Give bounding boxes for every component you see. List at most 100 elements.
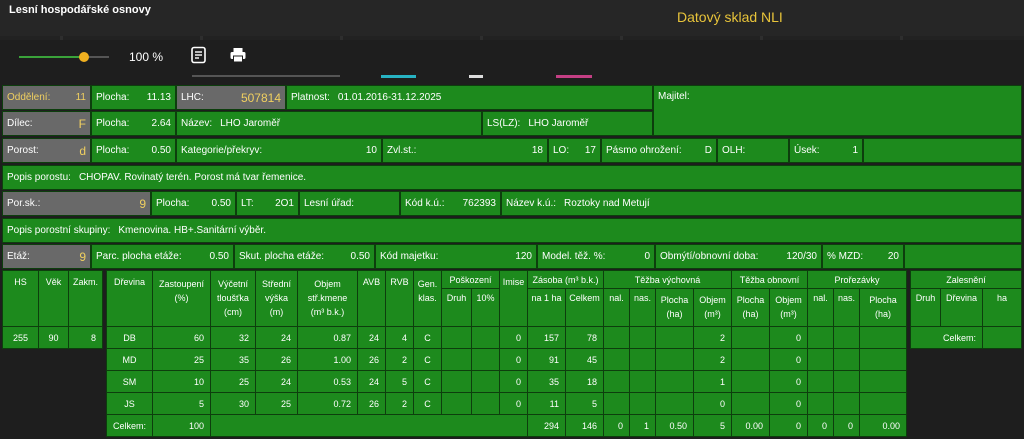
decor-strip <box>0 36 1024 40</box>
pr-plocha-cell <box>859 348 907 371</box>
tv-nal-cell <box>603 348 630 371</box>
drevina-cell: SM <box>106 370 153 393</box>
parc-label: Parc. plocha etáže: <box>96 251 182 262</box>
pasmo-cell: Pásmo ohrožení: D <box>601 138 717 163</box>
popis-skupiny-cell: Popis porostní skupiny: Kmenovina. HB+.S… <box>2 218 1022 243</box>
skut-value: 0.50 <box>350 251 370 262</box>
pasmo-value: D <box>704 145 712 156</box>
avb-cell: 24 <box>357 326 386 349</box>
platnost-value: 01.01.2016-31.12.2025 <box>337 92 442 103</box>
ten-percent-cell <box>471 370 500 393</box>
kategorie-label: Kategorie/překryv: <box>181 145 263 156</box>
plocha-value: 0.50 <box>151 145 171 156</box>
stredni-header: Střední výška (m) <box>255 270 298 327</box>
hs-value: 255 <box>2 326 39 349</box>
lo-value: 17 <box>584 145 596 156</box>
notes-icon[interactable] <box>190 46 208 64</box>
nazevku-value: Roztoky nad Metují <box>564 198 650 209</box>
druh-header: Druh <box>441 288 472 327</box>
kod-majetku-label: Kód majetku: <box>380 251 439 262</box>
table-row: JS 5 30 25 0.72 26 2 C 0 11 5 0 0 <box>106 392 907 415</box>
rvb-cell: 5 <box>385 370 414 393</box>
prorezavky-header: Prořezávky <box>807 270 907 289</box>
pr-nas-cell <box>833 326 860 349</box>
zoom-slider-knob[interactable] <box>78 52 89 62</box>
porsk-cell: Por.sk.: 9 <box>2 191 151 216</box>
pr-plocha-header: Plocha (ha) <box>859 288 907 327</box>
plocha-label: Plocha: <box>96 145 130 156</box>
zastoupeni-cell: 25 <box>152 348 211 371</box>
tezba-vychovna-header: Těžba výchovná <box>603 270 732 289</box>
etaz-label: Etáž: <box>7 251 30 262</box>
tv-nas-cell <box>629 370 656 393</box>
dilec-label: Dílec: <box>7 118 33 129</box>
celkem-header: Celkem <box>565 288 604 327</box>
druh-cell <box>441 326 472 349</box>
parc-value: 0.50 <box>209 251 229 262</box>
objem-cell: 0.72 <box>297 392 358 415</box>
popis-porostu-label: Popis porostu: <box>7 172 71 183</box>
nazevku-label: Název k.ú.: <box>506 198 557 209</box>
etaz-cell: Etáž: 9 <box>2 244 91 269</box>
druh-cell <box>441 370 472 393</box>
app-title: Lesní hospodářské osnovy <box>9 4 151 16</box>
usek-value: 1 <box>852 145 858 156</box>
total-pr-plocha: 0.00 <box>859 414 907 437</box>
celkem-cell: 18 <box>565 370 604 393</box>
kategorie-cell: Kategorie/překryv: 10 <box>176 138 382 163</box>
lo-label: LO: <box>553 145 570 156</box>
objem-header: Objem stř.kmene (m³ b.k.) <box>297 270 358 327</box>
platnost-cell: Platnost: 01.01.2016-31.12.2025 <box>286 85 653 110</box>
plocha-label: Plocha: <box>156 198 190 209</box>
zoom-slider-track[interactable] <box>19 56 84 58</box>
na1ha-header: na 1 ha <box>527 288 566 327</box>
skut-cell: Skut. plocha etáže: 0.50 <box>234 244 375 269</box>
tv-nas-cell <box>629 326 656 349</box>
objem-cell: 0.53 <box>297 370 358 393</box>
kategorie-value: 10 <box>365 145 377 156</box>
plocha-porost-cell: Plocha: 0.50 <box>91 138 176 163</box>
obmyti-cell: Obmýtí/obnovní doba: 120/30 <box>655 244 822 269</box>
platnost-label: Platnost: <box>291 92 330 103</box>
kodku-value: 762393 <box>462 198 496 209</box>
drevina-header: Dřevina <box>106 270 153 327</box>
pr-nal-cell <box>807 392 834 415</box>
rvb-cell: 4 <box>385 326 414 349</box>
porsk-label: Por.sk.: <box>7 198 41 209</box>
mzd-label: % MZD: <box>827 251 864 262</box>
to-objem-cell: 0 <box>769 348 808 371</box>
total-to-plocha: 0.00 <box>731 414 770 437</box>
tv-nal-cell <box>603 392 630 415</box>
total-celkem: 146 <box>565 414 604 437</box>
tv-plocha-cell <box>655 348 694 371</box>
to-plocha-cell <box>731 370 770 393</box>
popis-skupiny-label: Popis porostní skupiny: <box>7 225 111 236</box>
tv-nal-cell <box>603 370 630 393</box>
hs-header: HS <box>2 270 39 327</box>
tv-nas-cell <box>629 392 656 415</box>
color-mark <box>381 75 416 78</box>
avb-cell: 24 <box>357 370 386 393</box>
avb-header: AVB <box>357 270 386 327</box>
rvb-cell: 2 <box>385 348 414 371</box>
stredni-cell: 25 <box>255 392 298 415</box>
dilec-cell: Dílec: F <box>2 111 91 136</box>
model-cell: Model. těž. %: 0 <box>537 244 655 269</box>
popis-porostu-value: CHOPAV. Rovinatý terén. Porost má tvar ř… <box>78 172 307 183</box>
kod-majetku-cell: Kód majetku: 120 <box>375 244 537 269</box>
color-mark <box>469 75 483 78</box>
zasoba-header: Zásoba (m³ b.k.) <box>527 270 604 289</box>
usek-cell: Úsek: 1 <box>789 138 863 163</box>
majitel-label: Majitel: <box>658 91 690 102</box>
zal-ha-header: ha <box>982 288 1022 327</box>
total-pr-nal: 0 <box>807 414 834 437</box>
species-table: Dřevina Zastoupení (%) Výčetní tloušťka … <box>106 270 907 437</box>
dilec-value: F <box>78 116 86 131</box>
print-icon[interactable] <box>229 46 247 64</box>
zastoupeni-header: Zastoupení (%) <box>152 270 211 327</box>
to-plocha-cell <box>731 392 770 415</box>
total-tv-plocha: 0.50 <box>655 414 694 437</box>
na1ha-cell: 91 <box>527 348 566 371</box>
stredni-cell: 24 <box>255 370 298 393</box>
objem-cell: 0.87 <box>297 326 358 349</box>
